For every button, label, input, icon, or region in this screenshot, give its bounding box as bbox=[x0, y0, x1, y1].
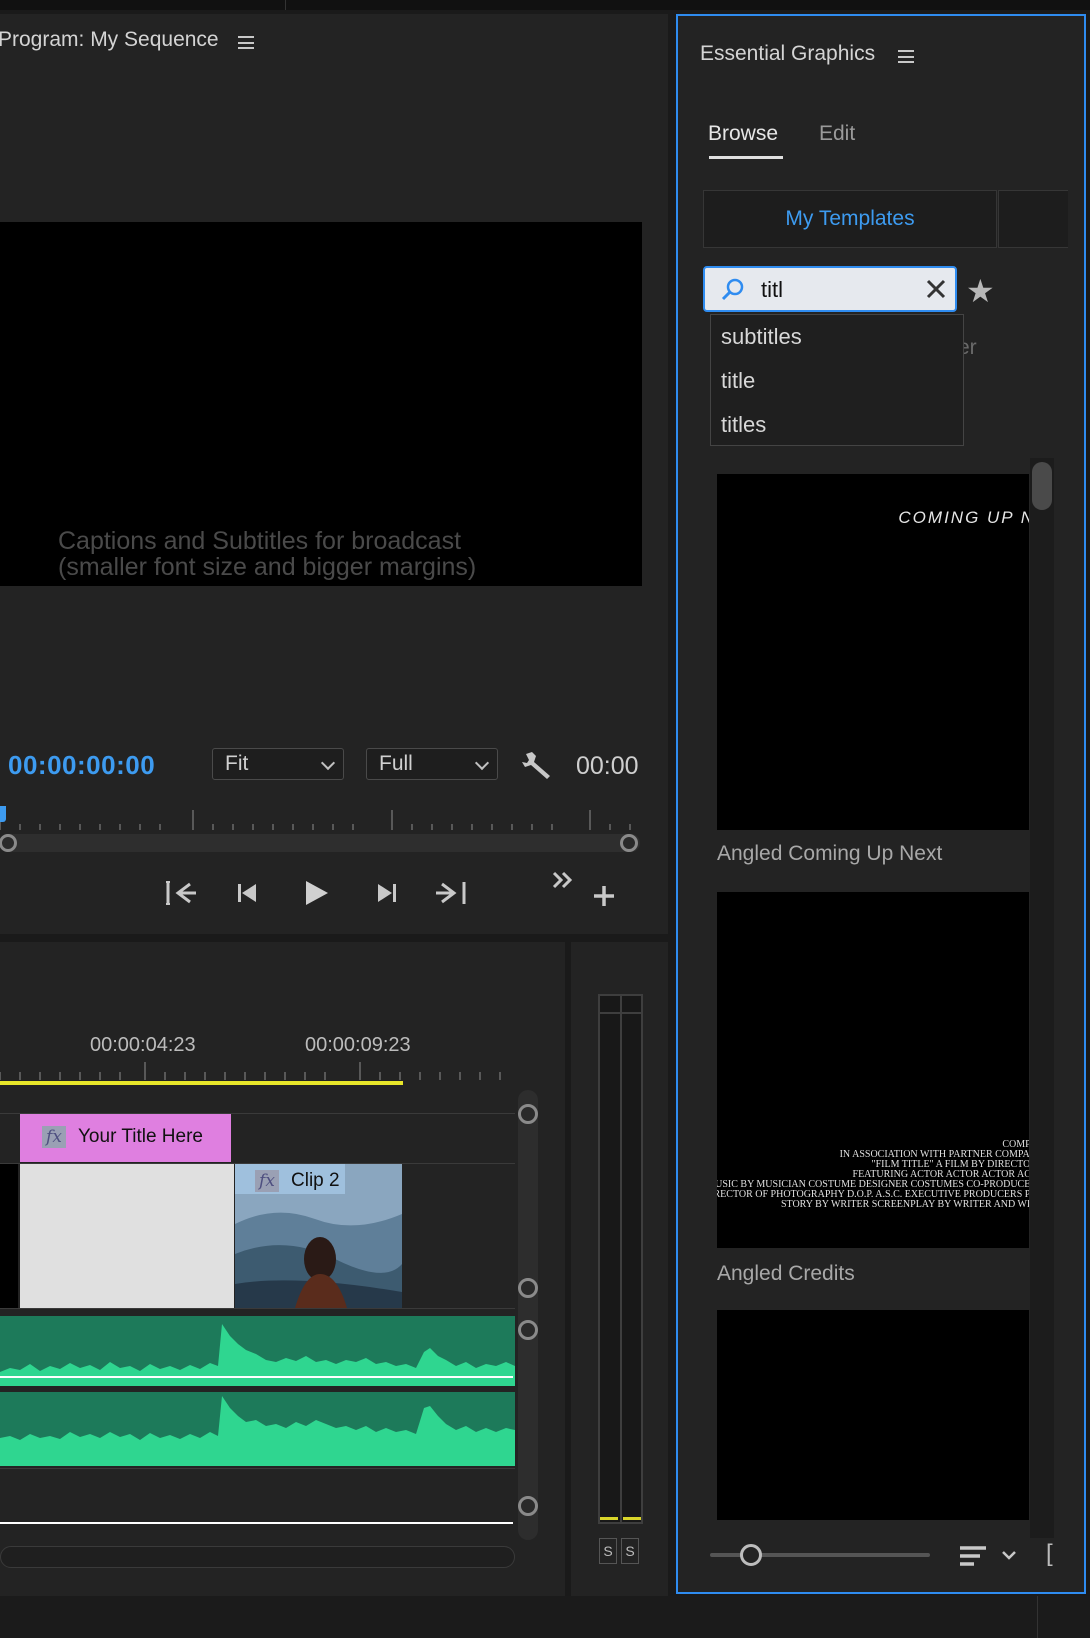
menu-icon[interactable] bbox=[898, 50, 914, 63]
track-divider bbox=[0, 1468, 515, 1469]
work-area-bar[interactable] bbox=[0, 1081, 403, 1085]
wrench-icon[interactable] bbox=[522, 750, 554, 780]
program-zoom-scrollbar[interactable] bbox=[0, 834, 640, 852]
track-divider bbox=[0, 1308, 515, 1309]
timeline-time-label-1: 00:00:04:23 bbox=[90, 1034, 196, 1056]
program-viewer[interactable]: Captions and Subtitles for broadcast (sm… bbox=[0, 222, 642, 586]
white-clip[interactable] bbox=[20, 1164, 234, 1308]
go-to-out-icon[interactable] bbox=[432, 878, 472, 908]
play-icon[interactable] bbox=[296, 878, 336, 908]
program-time-ruler[interactable] bbox=[0, 806, 640, 830]
meter-level-right bbox=[623, 1517, 641, 1520]
audio-clip-2[interactable] bbox=[0, 1392, 515, 1466]
slider-handle[interactable] bbox=[740, 1544, 762, 1566]
caption-line-2: (smaller font size and bigger margins) bbox=[58, 553, 477, 581]
tab-edit[interactable]: Edit bbox=[819, 122, 855, 146]
clip-2[interactable]: fx Clip 2 bbox=[235, 1164, 402, 1308]
clip-2-label: Clip 2 bbox=[291, 1170, 340, 1191]
sort-icon[interactable] bbox=[958, 1544, 988, 1570]
caption-line-1: Captions and Subtitles for broadcast bbox=[58, 527, 462, 555]
template-thumbnail[interactable] bbox=[717, 1310, 1029, 1520]
template-name[interactable]: Angled Credits bbox=[717, 1262, 855, 1286]
search-input[interactable]: titl bbox=[703, 266, 957, 312]
top-bar bbox=[0, 0, 1090, 10]
scrollbar-right-handle[interactable] bbox=[620, 834, 638, 852]
bottom-divider bbox=[1037, 1596, 1038, 1638]
zoom-dropdown[interactable]: Fit bbox=[212, 748, 344, 780]
chevron-down-icon[interactable] bbox=[1002, 1550, 1016, 1560]
caption-preview: Captions and Subtitles for broadcast (sm… bbox=[58, 528, 476, 580]
active-tab-indicator bbox=[709, 156, 783, 159]
tab-adobe-stock[interactable] bbox=[998, 190, 1068, 248]
audio-volume-line-1[interactable] bbox=[0, 1376, 513, 1378]
solo-right-button[interactable]: S bbox=[621, 1538, 639, 1564]
go-to-in-icon[interactable] bbox=[160, 878, 200, 908]
step-forward-icon[interactable] bbox=[366, 878, 406, 908]
program-menu-icon[interactable] bbox=[238, 36, 254, 49]
suggestion-item[interactable]: subtitles bbox=[711, 315, 963, 359]
scroll-handle[interactable] bbox=[518, 1104, 538, 1124]
search-suggestions: subtitles title titles bbox=[710, 314, 964, 446]
fx-badge: fx bbox=[42, 1126, 66, 1148]
timeline-time-label-2: 00:00:09:23 bbox=[305, 1034, 411, 1056]
top-divider bbox=[285, 0, 286, 10]
resolution-dropdown[interactable]: Full bbox=[366, 748, 498, 780]
credit-line: STORY BY WRITER SCREENPLAY BY WRITER AND… bbox=[780, 1199, 1029, 1210]
clear-icon[interactable] bbox=[925, 278, 947, 300]
meter-divider bbox=[620, 996, 622, 1522]
suggestion-item[interactable]: title bbox=[711, 359, 963, 403]
chevron-down-icon bbox=[474, 755, 490, 771]
search-value: titl bbox=[761, 277, 783, 302]
search-icon bbox=[721, 278, 744, 301]
title-clip-label: Your Title Here bbox=[78, 1126, 203, 1147]
playhead-timecode[interactable]: 00:00:00:00 bbox=[8, 750, 155, 781]
tab-browse[interactable]: Browse bbox=[708, 122, 778, 146]
tab-my-templates[interactable]: My Templates bbox=[703, 190, 997, 248]
essential-graphics-panel: Essential Graphics Browse Edit My Templa… bbox=[676, 14, 1086, 1594]
audio-meter bbox=[598, 994, 643, 1524]
zoom-value: Fit bbox=[225, 752, 249, 775]
template-list-scrollbar[interactable] bbox=[1030, 458, 1054, 1538]
black-clip[interactable] bbox=[0, 1164, 18, 1308]
suggestion-item[interactable]: titles bbox=[711, 403, 963, 447]
playhead-marker[interactable] bbox=[0, 806, 6, 822]
title-clip[interactable]: fx Your Title Here bbox=[20, 1114, 231, 1162]
template-preview-credits: COMPA IN ASSOCIATION WITH PARTNER COMPAN… bbox=[717, 1140, 1029, 1210]
template-name[interactable]: Angled Coming Up Next bbox=[717, 842, 942, 866]
duration-timecode: 00:00 bbox=[576, 752, 639, 780]
more-icon[interactable] bbox=[551, 870, 575, 890]
scroll-handle[interactable] bbox=[518, 1320, 538, 1340]
program-panel-title[interactable]: Program: My Sequence bbox=[0, 28, 219, 52]
audio-waveform-2 bbox=[0, 1396, 515, 1466]
resolution-value: Full bbox=[379, 752, 413, 775]
scroll-handle[interactable] bbox=[518, 1278, 538, 1298]
timeline-vertical-scrollbar[interactable] bbox=[518, 1090, 538, 1540]
step-back-icon[interactable] bbox=[228, 878, 268, 908]
scroll-handle[interactable] bbox=[518, 1496, 538, 1516]
add-icon[interactable] bbox=[592, 884, 616, 908]
new-item-icon[interactable]: [ bbox=[1046, 1540, 1053, 1568]
fx-badge: fx bbox=[255, 1170, 279, 1192]
template-thumbnail[interactable]: COMPA IN ASSOCIATION WITH PARTNER COMPAN… bbox=[717, 892, 1029, 1248]
bottom-bar bbox=[0, 1596, 1090, 1638]
meter-level-left bbox=[600, 1517, 618, 1520]
timeline-horizontal-scrollbar[interactable] bbox=[0, 1546, 515, 1568]
solo-left-button[interactable]: S bbox=[599, 1538, 617, 1564]
scrollbar-thumb[interactable] bbox=[1032, 462, 1052, 510]
essential-graphics-title[interactable]: Essential Graphics bbox=[700, 42, 875, 66]
timeline-ruler[interactable] bbox=[0, 1062, 510, 1080]
template-thumbnail[interactable]: COMING UP N bbox=[717, 474, 1029, 830]
audio-volume-line-2[interactable] bbox=[0, 1522, 513, 1524]
chevron-down-icon bbox=[320, 755, 336, 771]
template-preview-text: COMING UP N bbox=[898, 508, 1029, 527]
star-icon[interactable]: ★ bbox=[966, 272, 995, 310]
